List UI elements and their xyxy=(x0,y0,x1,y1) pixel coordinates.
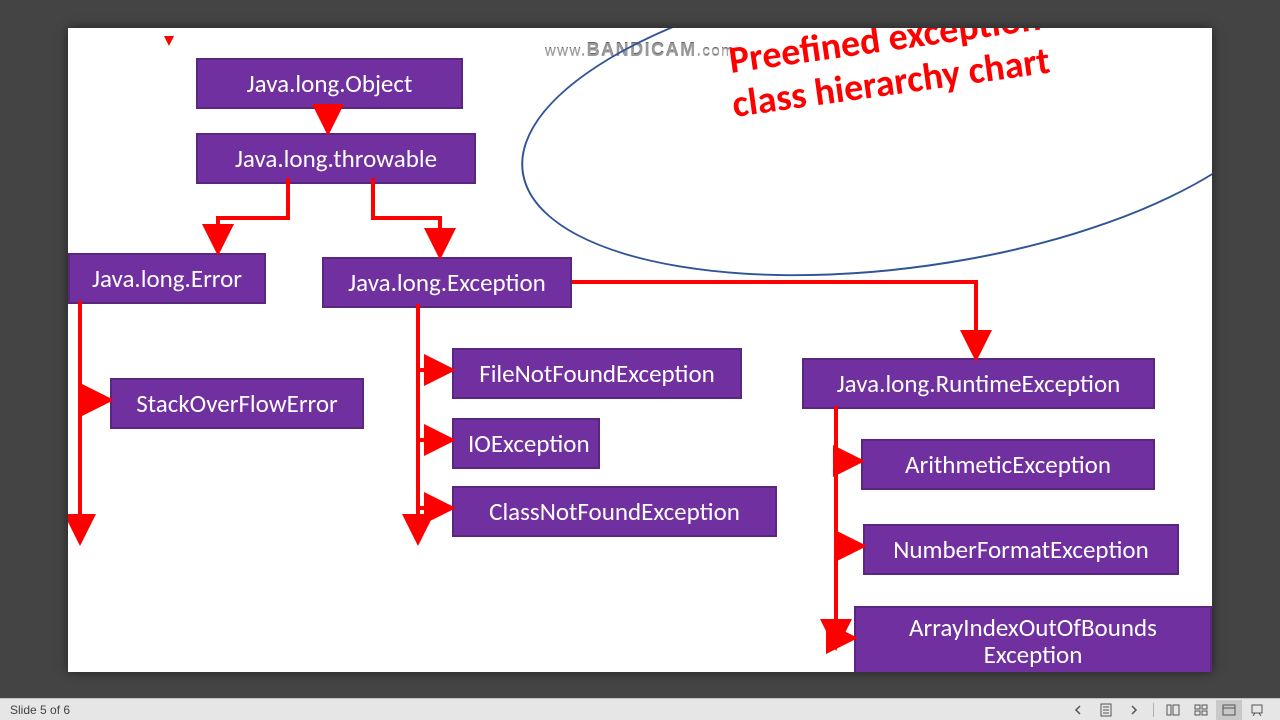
status-bar: Slide 5 of 6 xyxy=(0,698,1280,720)
slide-viewer: www.BANDICAM.com Preefined exception cla… xyxy=(0,0,1280,698)
node-object: Java.long.Object xyxy=(196,58,463,109)
node-cnf: ClassNotFoundException xyxy=(452,486,777,537)
view-sorter-button[interactable] xyxy=(1188,700,1214,720)
slide-counter: Slide 5 of 6 xyxy=(10,703,70,717)
node-aioob: ArrayIndexOutOfBounds Exception xyxy=(854,606,1212,672)
slide-content: www.BANDICAM.com Preefined exception cla… xyxy=(68,28,1212,672)
node-arithmetic: ArithmeticException xyxy=(861,439,1155,490)
node-error: Java.long.Error xyxy=(68,253,266,304)
watermark-prefix: www. xyxy=(545,43,587,60)
view-normal-button[interactable] xyxy=(1160,700,1186,720)
red-marker-icon xyxy=(164,36,174,46)
next-slide-button[interactable] xyxy=(1121,700,1147,720)
status-separator xyxy=(1153,703,1154,717)
node-stackoverflow: StackOverFlowError xyxy=(110,378,364,429)
app-root: www.BANDICAM.com Preefined exception cla… xyxy=(0,0,1280,720)
node-fnf: FileNotFoundException xyxy=(452,348,742,399)
view-reading-button[interactable] xyxy=(1216,700,1242,720)
node-numberformat: NumberFormatException xyxy=(863,524,1179,575)
node-throwable: Java.long.throwable xyxy=(196,133,476,184)
node-exception: Java.long.Exception xyxy=(322,257,572,308)
view-slideshow-button[interactable] xyxy=(1244,700,1270,720)
node-aioob-text: ArrayIndexOutOfBounds Exception xyxy=(909,614,1157,669)
prev-slide-button[interactable] xyxy=(1065,700,1091,720)
status-right xyxy=(1065,700,1270,720)
slide-canvas: www.BANDICAM.com Preefined exception cla… xyxy=(68,28,1212,672)
node-runtime: Java.long.RuntimeException xyxy=(802,358,1155,409)
page-icon[interactable] xyxy=(1093,700,1119,720)
node-io: IOException xyxy=(452,418,600,469)
